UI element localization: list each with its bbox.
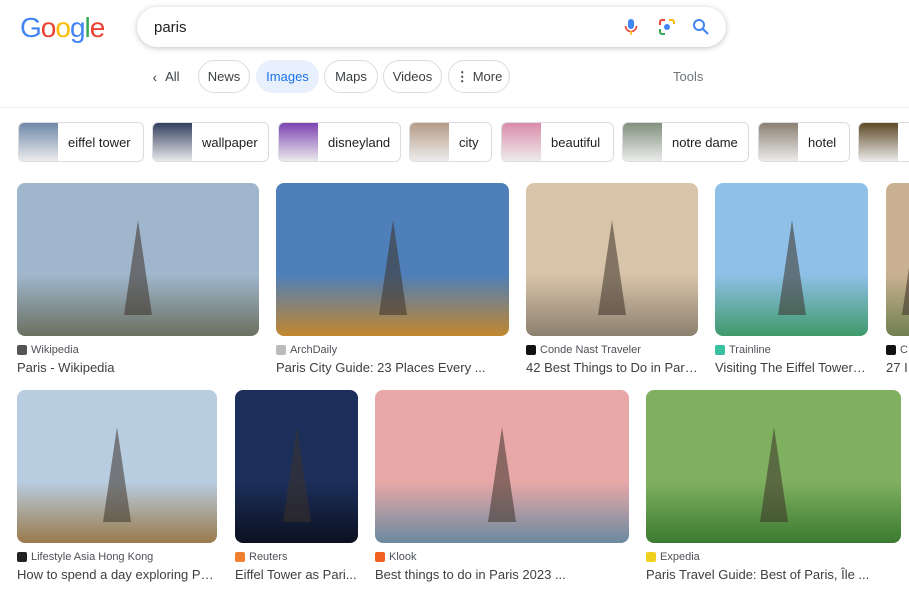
- lens-icon[interactable]: [657, 17, 677, 37]
- chip-thumbnail: [19, 123, 58, 161]
- related-chip[interactable]: city: [409, 122, 492, 162]
- result-title[interactable]: Visiting The Eiffel Tower |...: [715, 360, 868, 375]
- chip-label: hotel: [808, 134, 837, 150]
- source-favicon: [526, 345, 536, 355]
- chip-label: eiffel tower: [68, 134, 131, 150]
- eiffel-tower-shape: [488, 426, 516, 522]
- search-input[interactable]: [154, 15, 594, 39]
- chip-thumbnail: [859, 123, 898, 161]
- result-source: Wikipedia: [31, 344, 79, 356]
- image-result[interactable]: Conde Nast Traveler 42 Best Things to Do…: [526, 183, 698, 375]
- image-result[interactable]: C 27 I: [886, 183, 909, 375]
- search-icon[interactable]: [691, 17, 711, 37]
- eiffel-tower-shape: [759, 426, 788, 522]
- related-chip[interactable]: hotel: [758, 122, 850, 162]
- eiffel-tower-shape: [282, 426, 311, 522]
- result-source: Trainline: [729, 344, 771, 356]
- microphone-icon[interactable]: [621, 17, 641, 37]
- result-source: Conde Nast Traveler: [540, 344, 641, 356]
- result-source: Klook: [389, 551, 417, 563]
- eiffel-tower-shape: [103, 426, 131, 522]
- source-favicon: [715, 345, 725, 355]
- image-result[interactable]: Expedia Paris Travel Guide: Best of Pari…: [646, 390, 901, 582]
- result-title[interactable]: 27 I: [886, 360, 909, 375]
- source-favicon: [646, 552, 656, 562]
- source-favicon: [375, 552, 385, 562]
- chip-label: disneyland: [328, 134, 391, 150]
- chip-thumbnail: [502, 123, 541, 161]
- source-favicon: [17, 345, 27, 355]
- image-result[interactable]: ArchDaily Paris City Guide: 23 Places Ev…: [276, 183, 509, 375]
- eiffel-tower-shape: [124, 219, 152, 315]
- result-title[interactable]: Paris City Guide: 23 Places Every ...: [276, 360, 509, 375]
- image-result[interactable]: Trainline Visiting The Eiffel Tower |...: [715, 183, 868, 375]
- related-chip[interactable]: notre dame: [622, 122, 749, 162]
- result-image[interactable]: [17, 183, 259, 336]
- result-image[interactable]: [715, 183, 868, 336]
- result-title[interactable]: 42 Best Things to Do in Pari...: [526, 360, 698, 375]
- result-image[interactable]: [526, 183, 698, 336]
- divider: [0, 107, 909, 108]
- source-favicon: [235, 552, 245, 562]
- tab-all[interactable]: ‹ All: [146, 60, 186, 93]
- image-result[interactable]: Reuters Eiffel Tower as Pari...: [235, 390, 358, 582]
- more-vert-icon: ⋮: [455, 68, 469, 84]
- chip-thumbnail: [759, 123, 798, 161]
- result-source: C: [900, 344, 908, 356]
- result-image[interactable]: [17, 390, 217, 543]
- chip-thumbnail: [623, 123, 662, 161]
- tab-news[interactable]: News: [198, 60, 250, 93]
- result-image[interactable]: [886, 183, 909, 336]
- related-chip[interactable]: disneyland: [278, 122, 401, 162]
- result-title[interactable]: Eiffel Tower as Pari...: [235, 567, 358, 582]
- result-source: Expedia: [660, 551, 700, 563]
- tab-more[interactable]: ⋮ More: [448, 60, 510, 93]
- result-source: Lifestyle Asia Hong Kong: [31, 551, 154, 563]
- eiffel-tower-shape: [378, 219, 407, 315]
- chip-label: city: [459, 134, 479, 150]
- eiffel-tower-shape: [777, 219, 806, 315]
- eiffel-tower-shape: [902, 219, 909, 315]
- image-result[interactable]: Lifestyle Asia Hong Kong How to spend a …: [17, 390, 217, 582]
- tools-button[interactable]: Tools: [673, 69, 703, 84]
- tab-videos[interactable]: Videos: [383, 60, 442, 93]
- chip-label: notre dame: [672, 134, 738, 150]
- result-title[interactable]: How to spend a day exploring Paris: [17, 567, 217, 582]
- chip-thumbnail: [153, 123, 192, 161]
- image-result[interactable]: Wikipedia Paris - Wikipedia: [17, 183, 259, 375]
- tab-maps[interactable]: Maps: [324, 60, 378, 93]
- source-favicon: [276, 345, 286, 355]
- result-image[interactable]: [646, 390, 901, 543]
- result-title[interactable]: Paris Travel Guide: Best of Paris, Île .…: [646, 567, 901, 582]
- related-chip[interactable]: beautiful: [501, 122, 614, 162]
- chevron-left-icon: ‹: [152, 68, 158, 85]
- chip-label: wallpaper: [202, 134, 258, 150]
- result-image[interactable]: [276, 183, 509, 336]
- eiffel-tower-shape: [598, 219, 626, 315]
- chip-thumbnail: [410, 123, 449, 161]
- result-title[interactable]: Paris - Wikipedia: [17, 360, 259, 375]
- tab-images[interactable]: Images: [256, 60, 319, 93]
- related-chip[interactable]: eiffel tower: [18, 122, 144, 162]
- result-source: Reuters: [249, 551, 288, 563]
- google-logo[interactable]: Google: [20, 12, 105, 44]
- chip-thumbnail: [279, 123, 318, 161]
- source-favicon: [17, 552, 27, 562]
- related-chip[interactable]: [858, 122, 909, 162]
- chip-label: beautiful: [551, 134, 601, 150]
- result-source: ArchDaily: [290, 344, 338, 356]
- result-title[interactable]: Best things to do in Paris 2023 ...: [375, 567, 629, 582]
- result-image[interactable]: [375, 390, 629, 543]
- image-result[interactable]: Klook Best things to do in Paris 2023 ..…: [375, 390, 629, 582]
- search-box: [137, 7, 726, 47]
- result-image[interactable]: [235, 390, 358, 543]
- source-favicon: [886, 345, 896, 355]
- related-chip[interactable]: wallpaper: [152, 122, 269, 162]
